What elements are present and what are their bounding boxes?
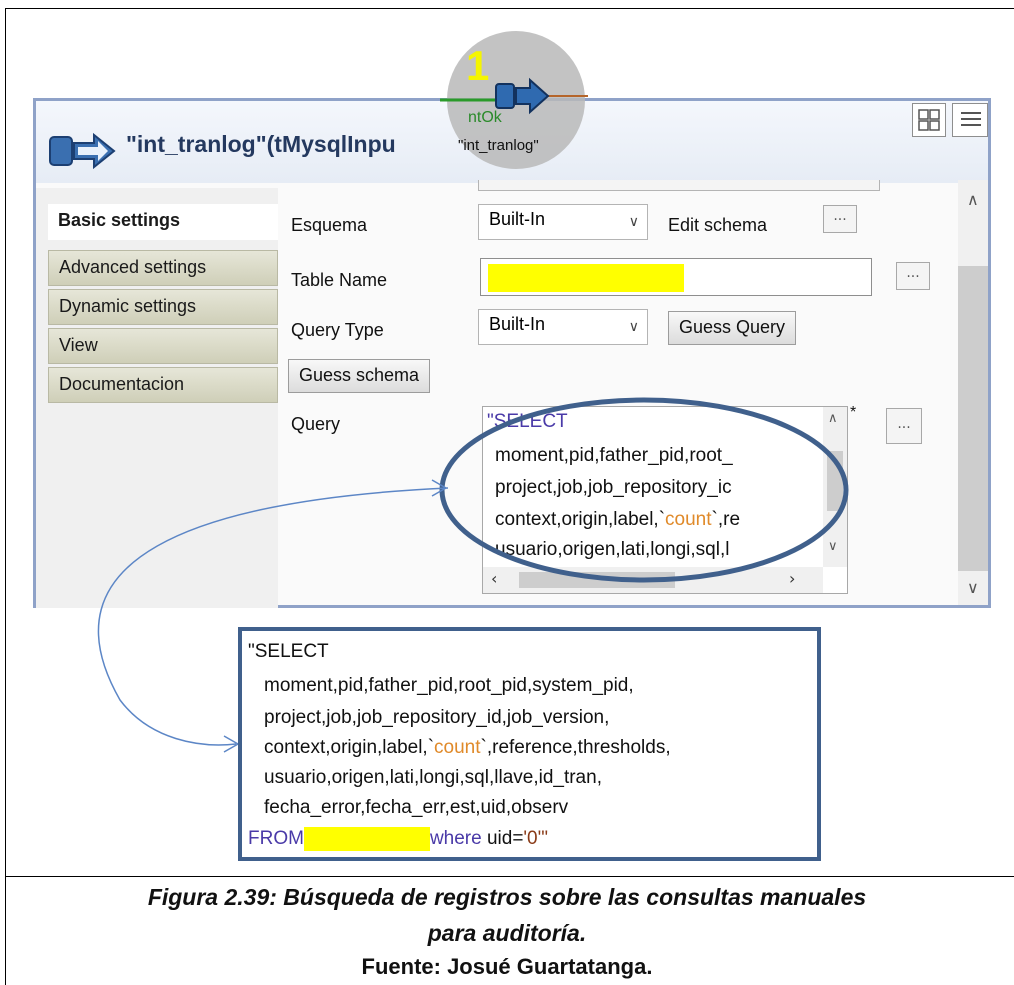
full-query-line-2: moment,pid,father_pid,root_pid,system_pi… (264, 675, 634, 696)
step-number: 1 (466, 42, 489, 89)
full-query-line-5: usuario,origen,lati,longi,sql,llave,id_t… (264, 767, 602, 788)
highlight-ellipse (439, 397, 849, 583)
full-query-count-keyword: count (434, 737, 481, 758)
full-query-line-1: "SELECT (248, 641, 329, 662)
full-query-line-3: project,job,job_repository_id,job_versio… (264, 707, 610, 728)
figure-caption-line-1: Figura 2.39: Búsqueda de registros sobre… (147, 884, 867, 910)
where-keyword: where (429, 828, 482, 850)
node-label: "int_tranlog" (458, 137, 539, 154)
figure-caption-line-2: para auditoría. (427, 920, 587, 946)
uid-value: '0'" (523, 828, 548, 850)
from-keyword: FROM (248, 828, 304, 850)
full-query-line-4-start: context,origin,label,` (264, 737, 435, 758)
connector-label: ntOk (468, 109, 503, 126)
redacted-from-table (303, 827, 430, 851)
full-query-line-7: FROM where uid='0'" (248, 827, 548, 851)
query-zoom-box: "SELECT moment,pid,father_pid,root_pid,s… (238, 627, 821, 861)
full-query-line-4-end: `,reference,thresholds, (480, 737, 671, 758)
uid-field: uid= (486, 828, 524, 850)
node-icon (495, 83, 515, 109)
full-query-line-6: fecha_error,fecha_err,est,uid,observ (264, 797, 569, 818)
full-query-line-4: context,origin,label,`count`,reference,t… (264, 737, 671, 759)
figure-source: Fuente: Josué Guartatanga. (361, 954, 653, 979)
